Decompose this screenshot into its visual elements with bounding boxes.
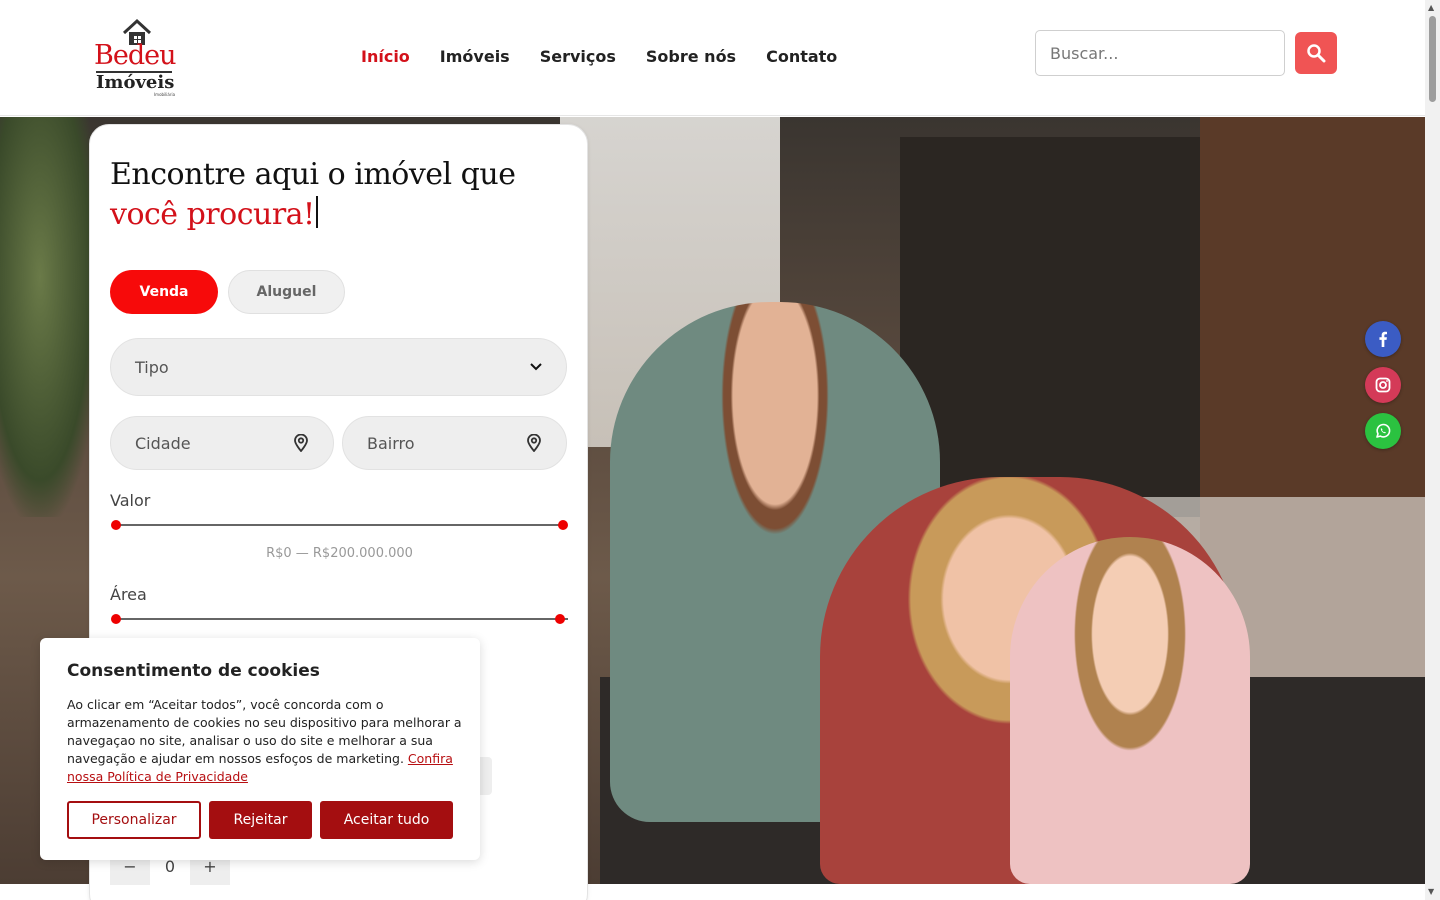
scrollbar-thumb[interactable]	[1429, 16, 1436, 102]
cookie-text: Ao clicar em “Aceitar todos”, você conco…	[67, 696, 462, 786]
logo-tagline: Imobiliária	[154, 92, 176, 97]
reject-button[interactable]: Rejeitar	[209, 801, 312, 839]
tab-aluguel[interactable]: Aluguel	[228, 270, 345, 314]
facebook-icon	[1379, 331, 1387, 347]
tab-venda[interactable]: Venda	[110, 270, 218, 314]
area-slider-max-handle[interactable]	[555, 614, 565, 624]
cidade-field[interactable]: Cidade	[110, 416, 334, 470]
cookie-body: Ao clicar em “Aceitar todos”, você conco…	[67, 697, 462, 766]
logo[interactable]: Bedeu Imóveis Imobiliária	[94, 18, 176, 100]
hero-title-highlight: você procura!	[110, 197, 315, 232]
hero-title-line1: Encontre aqui o imóvel que	[110, 157, 516, 192]
map-pin-icon	[527, 434, 541, 452]
scroll-down-arrow[interactable]: ▼	[1428, 887, 1434, 896]
nav-item-imoveis[interactable]: Imóveis	[440, 47, 510, 66]
customize-button[interactable]: Personalizar	[67, 801, 201, 839]
instagram-button[interactable]	[1365, 367, 1401, 403]
chevron-down-icon	[530, 363, 542, 371]
valor-slider-track[interactable]	[115, 524, 564, 526]
search-icon	[1307, 44, 1326, 63]
cookie-consent-dialog: Consentimento de cookies Ao clicar em “A…	[40, 638, 480, 860]
facebook-button[interactable]	[1365, 321, 1401, 357]
valor-slider-min-handle[interactable]	[111, 520, 121, 530]
area-slider-track[interactable]	[115, 618, 568, 620]
nav-item-servicos[interactable]: Serviços	[540, 47, 616, 66]
accept-all-button[interactable]: Aceitar tudo	[320, 801, 453, 839]
nav-item-sobre-nos[interactable]: Sobre nós	[646, 47, 736, 66]
bairro-field[interactable]: Bairro	[342, 416, 567, 470]
cidade-placeholder: Cidade	[135, 433, 191, 453]
area-slider-min-handle[interactable]	[111, 614, 121, 624]
page-scrollbar[interactable]: ▲ ▼	[1425, 0, 1440, 900]
valor-slider-max-handle[interactable]	[558, 520, 568, 530]
whatsapp-button[interactable]	[1365, 413, 1401, 449]
nav-item-contato[interactable]: Contato	[766, 47, 837, 66]
instagram-icon	[1375, 377, 1391, 393]
text-caret	[315, 196, 318, 228]
cookie-title: Consentimento de cookies	[67, 661, 320, 681]
nav-item-inicio[interactable]: Início	[361, 47, 410, 66]
bairro-placeholder: Bairro	[367, 433, 415, 453]
area-label: Área	[110, 585, 147, 604]
logo-text-secondary: Imóveis	[96, 72, 175, 93]
search-button[interactable]	[1295, 32, 1337, 74]
tipo-select-value: Tipo	[135, 357, 169, 377]
site-header: Bedeu Imóveis Imobiliária Início Imóveis…	[0, 0, 1425, 116]
main-nav: Início Imóveis Serviços Sobre nós Contat…	[361, 47, 837, 66]
valor-label: Valor	[110, 491, 151, 510]
map-pin-icon	[294, 434, 308, 452]
tipo-select[interactable]: Tipo	[110, 338, 567, 396]
scroll-up-arrow[interactable]: ▲	[1428, 3, 1434, 12]
hero-title: Encontre aqui o imóvel que você procura!	[110, 155, 516, 235]
whatsapp-icon	[1376, 423, 1391, 438]
logo-text-primary: Bedeu	[94, 40, 176, 71]
search-input[interactable]	[1035, 30, 1285, 76]
valor-range-text: R$0 — R$200.000.000	[266, 546, 413, 561]
